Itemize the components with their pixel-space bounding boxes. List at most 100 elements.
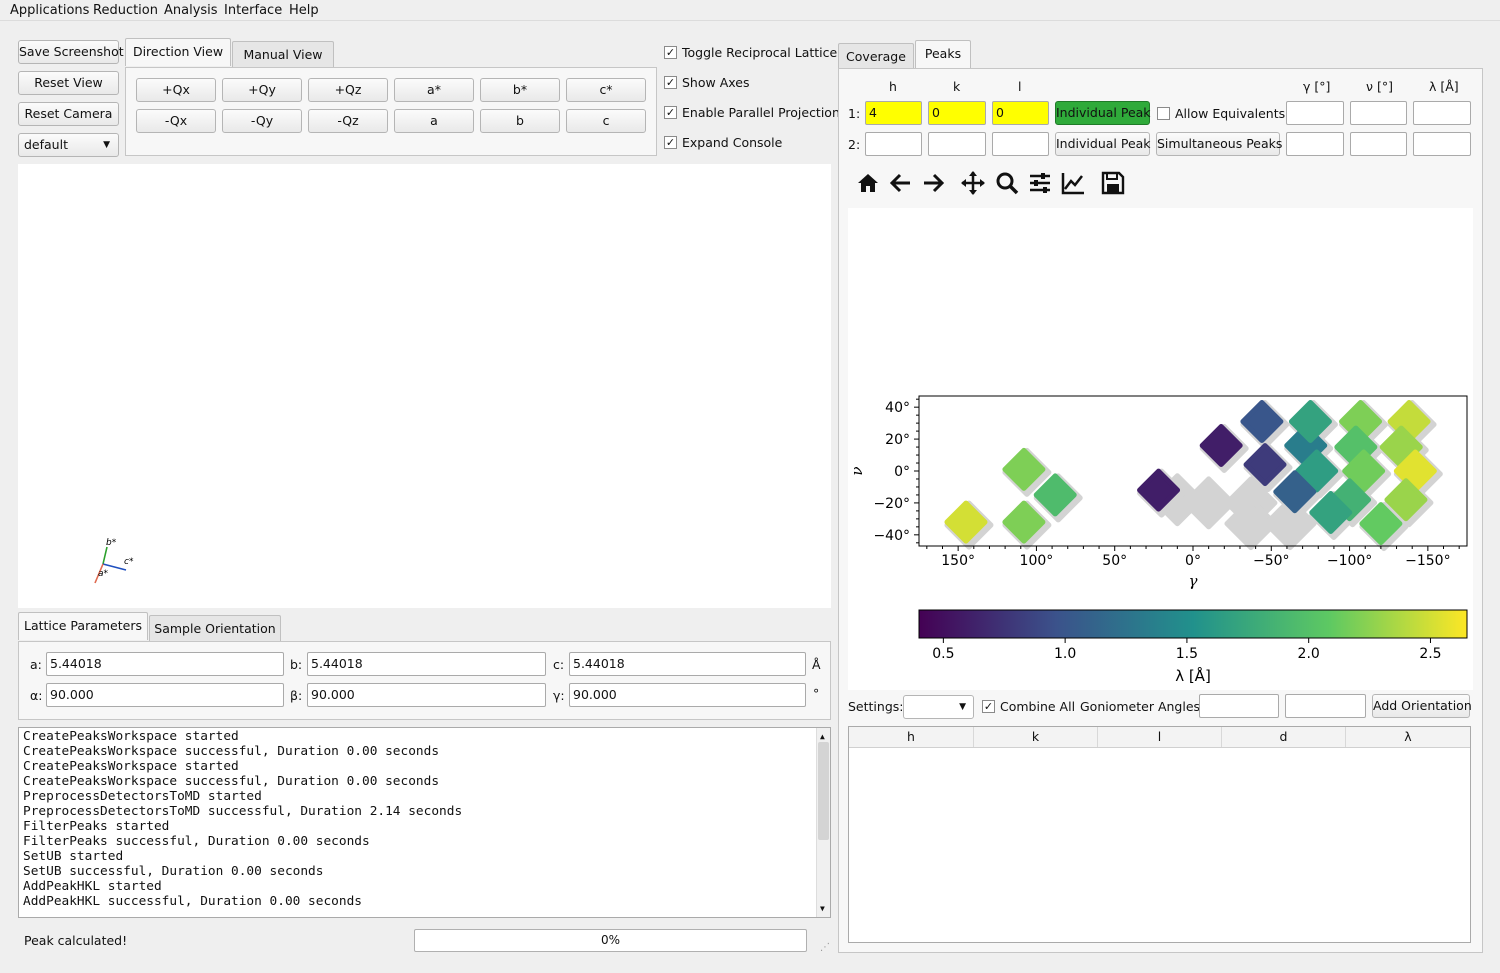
console-output[interactable]: CreatePeaksWorkspace started CreatePeaksW… (18, 727, 831, 918)
option-checkbox-0[interactable]: ✓ (664, 46, 677, 59)
direction-button-a-row2[interactable]: a (394, 109, 474, 133)
direction-button-b-star[interactable]: b* (480, 78, 560, 102)
3d-view-canvas[interactable]: b* c* a* (18, 164, 831, 608)
add-orientation-button[interactable]: Add Orientation (1372, 694, 1472, 718)
direction-button-minus-qx-row2[interactable]: -Qx (136, 109, 216, 133)
configure-subplots-icon[interactable] (1027, 170, 1053, 196)
console-line: FilterPeaks started (23, 819, 170, 834)
zoom-icon[interactable] (994, 170, 1020, 196)
option-checkbox-3[interactable]: ✓ (664, 136, 677, 149)
combine-all-checkbox[interactable]: ✓ (982, 700, 995, 713)
home-icon[interactable] (855, 170, 881, 196)
row1-k-field[interactable]: 0 (928, 101, 986, 125)
pan-icon[interactable] (960, 170, 986, 196)
row1-gamma-field[interactable] (1286, 101, 1344, 125)
simultaneous-peaks-button[interactable]: Simultaneous Peaks (1156, 132, 1282, 156)
tab-lattice-parameters[interactable]: Lattice Parameters (18, 612, 148, 640)
allow-equivalents-checkbox[interactable] (1157, 107, 1170, 120)
direction-button-b-row2[interactable]: b (480, 109, 560, 133)
header-k: k (953, 79, 961, 94)
row1-individual-peak-button[interactable]: Individual Peak (1055, 101, 1151, 125)
menu-interface[interactable]: Interface (224, 3, 282, 18)
settings-dropdown[interactable]: ▼ (903, 695, 974, 719)
reset-camera-button[interactable]: Reset Camera (18, 102, 119, 126)
lattice-panel: a: 5.44018 b: 5.44018 c: 5.44018 Å α: 90… (18, 641, 831, 720)
console-line: FilterPeaks successful, Duration 0.00 se… (23, 834, 370, 849)
direction-button-c-row2[interactable]: c (566, 109, 646, 133)
chevron-down-icon: ▼ (103, 140, 110, 150)
tab-direction-view[interactable]: Direction View (125, 38, 231, 66)
preset-value: default (24, 137, 68, 152)
scroll-down-icon[interactable]: ▼ (820, 901, 825, 916)
tab-peaks[interactable]: Peaks (915, 40, 971, 68)
row1-lambda-field[interactable] (1413, 101, 1471, 125)
lattice-c-field[interactable]: 5.44018 (569, 652, 806, 676)
menu-reduction[interactable]: Reduction (93, 3, 158, 18)
direction-button-plusminus-qy[interactable]: +Qy (222, 78, 302, 102)
row2-nu-field[interactable] (1350, 132, 1407, 156)
header-nu: ν [°] (1366, 79, 1393, 94)
row2-l-field[interactable] (992, 132, 1049, 156)
save-icon[interactable] (1100, 170, 1126, 196)
direction-button-minus-qz-row2[interactable]: -Qz (308, 109, 388, 133)
column-header-l[interactable]: l (1098, 727, 1222, 747)
column-header-k[interactable]: k (974, 727, 1098, 747)
lattice-alpha-field[interactable]: 90.000 (46, 683, 284, 707)
tab-sample-orientation[interactable]: Sample Orientation (149, 615, 281, 641)
console-scrollbar[interactable]: ▲ ▼ (816, 728, 830, 917)
row1-nu-field[interactable] (1350, 101, 1407, 125)
allow-equivalents-label: Allow Equivalents (1175, 106, 1286, 121)
option-checkbox-2[interactable]: ✓ (664, 106, 677, 119)
lattice-a-field[interactable]: 5.44018 (46, 652, 284, 676)
scrollbar-thumb[interactable] (818, 742, 829, 840)
column-header-d[interactable]: d (1222, 727, 1346, 747)
menu-analysis[interactable]: Analysis (164, 3, 218, 18)
forward-arrow-icon[interactable] (920, 170, 946, 196)
row2-lambda-field[interactable] (1413, 132, 1471, 156)
coverage-chart[interactable]: 150° 100° 50° 0° −50° −100° −150° 40° 20° 0° −20° −… (848, 388, 1473, 690)
console-line: PreprocessDetectorsToMD started (23, 789, 262, 804)
back-arrow-icon[interactable] (888, 170, 914, 196)
row1-h-field[interactable]: 4 (865, 101, 922, 125)
row1-l-field[interactable]: 0 (992, 101, 1049, 125)
option-checkbox-1[interactable]: ✓ (664, 76, 677, 89)
menu-applications[interactable]: Applications (10, 3, 89, 18)
row2-individual-peak-button[interactable]: Individual Peak (1055, 132, 1151, 156)
lattice-gamma-field[interactable]: 90.000 (569, 683, 806, 707)
y-tick-label: −40° (873, 528, 910, 544)
direction-button-c-star[interactable]: c* (566, 78, 646, 102)
lattice-gamma-label: γ: (553, 688, 565, 703)
save-screenshot-button[interactable]: Save Screenshot (18, 40, 124, 64)
lattice-b-field[interactable]: 5.44018 (307, 652, 546, 676)
option-label-0: Toggle Reciprocal Lattice (682, 45, 838, 60)
lattice-beta-field[interactable]: 90.000 (307, 683, 546, 707)
console-line: PreprocessDetectorsToMD successful, Dura… (23, 804, 463, 819)
reset-view-button[interactable]: Reset View (18, 71, 119, 95)
table-header: h k l d λ (849, 727, 1470, 748)
tab-manual-view[interactable]: Manual View (232, 41, 334, 67)
console-line: AddPeakHKL started (23, 879, 162, 894)
lattice-beta-label: β: (290, 688, 303, 703)
goniometer-angle-2-field[interactable] (1285, 694, 1366, 718)
menu-help[interactable]: Help (289, 3, 319, 18)
row2-gamma-field[interactable] (1286, 132, 1344, 156)
console-line: CreatePeaksWorkspace started (23, 729, 239, 744)
progress-text: 0% (600, 933, 621, 947)
column-header-lambda[interactable]: λ (1346, 727, 1470, 747)
direction-button-plusminus-qz[interactable]: +Qz (308, 78, 388, 102)
preset-dropdown[interactable]: default ▼ (18, 133, 119, 157)
tab-coverage[interactable]: Coverage (838, 43, 914, 69)
lattice-a-label: a: (30, 657, 42, 672)
peaks-table[interactable]: h k l d λ (848, 726, 1471, 943)
direction-button-minus-qy-row2[interactable]: -Qy (222, 109, 302, 133)
edit-axis-icon[interactable] (1060, 170, 1086, 196)
direction-button-plusminus-qx[interactable]: +Qx (136, 78, 216, 102)
row2-k-field[interactable] (928, 132, 986, 156)
row2-h-field[interactable] (865, 132, 922, 156)
resize-grip-icon[interactable]: ⋰ (820, 942, 830, 953)
direction-button-a-star[interactable]: a* (394, 78, 474, 102)
column-header-h[interactable]: h (849, 727, 974, 747)
header-lambda: λ [Å] (1429, 79, 1459, 94)
goniometer-angle-1-field[interactable] (1199, 694, 1279, 718)
x-tick-label: −150° (1405, 553, 1450, 569)
